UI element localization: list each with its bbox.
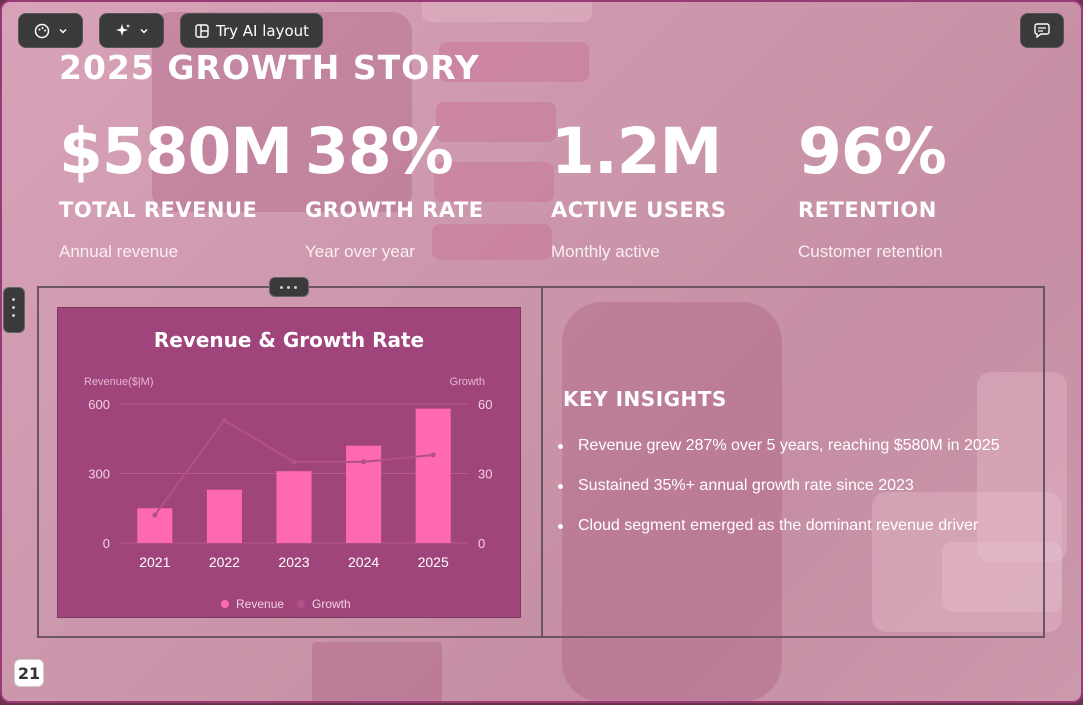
revenue-growth-chart: Revenue($|M) Growth 0 300 600 0 30 60 2021 2022 20… [84,376,492,611]
stat-description: Annual revenue [59,242,179,261]
page-number[interactable]: 21 [14,659,44,687]
y-axis-label-right: Growth [450,376,485,388]
x-tick-label: 2025 [418,554,449,570]
stat-value: $580M [59,115,293,188]
stat-growth-rate[interactable]: 38% GROWTH RATE Year over year [305,114,545,262]
stat-label: TOTAL REVENUE [59,198,258,222]
comment-button[interactable] [1020,13,1064,48]
insight-item: Revenue grew 287% over 5 years, reaching… [556,433,1000,473]
y-tick-label-right: 30 [478,467,492,482]
ai-menu-button[interactable] [99,13,164,48]
background-shape [312,642,442,701]
stat-retention[interactable]: 96% RETENTION Customer retention [798,114,1038,262]
growth-point [430,452,436,458]
growth-point [221,417,227,423]
row-drag-handle[interactable] [269,277,309,297]
y-tick-label-right: 60 [478,397,492,412]
revenue-bar [415,408,451,543]
growth-point [291,459,297,465]
stat-description: Customer retention [798,242,943,261]
chart-card[interactable]: Revenue & Growth Rate Revenue($|M) Growth… [57,307,521,618]
legend-marker-revenue [221,600,229,608]
palette-icon [34,23,50,39]
x-tick-label: 2023 [278,554,309,570]
growth-point [361,459,367,465]
stat-label: RETENTION [798,198,937,222]
insight-item: Cloud segment emerged as the dominant re… [556,513,1000,553]
growth-point [152,512,158,518]
y-tick-label-left: 0 [103,536,110,551]
background-shape [422,2,592,22]
stat-description: Year over year [305,242,415,261]
revenue-bar [276,471,312,543]
y-tick-label-left: 300 [88,467,110,482]
legend-label-revenue: Revenue [236,597,284,611]
try-ai-layout-button[interactable]: Try AI layout [180,13,323,48]
stat-active-users[interactable]: 1.2M ACTIVE USERS Monthly active [551,114,791,262]
revenue-bar [206,489,242,543]
comment-icon [1033,22,1051,39]
chevron-down-icon [58,26,68,36]
x-tick-label: 2021 [139,554,170,570]
stat-label: ACTIVE USERS [551,198,727,222]
grid-divider[interactable] [541,286,543,638]
y-tick-label-right: 0 [478,536,485,551]
insights-title[interactable]: KEY INSIGHTS [563,387,727,411]
x-tick-label: 2022 [209,554,240,570]
stat-value: 38% [305,115,454,188]
y-axis-label-left: Revenue($|M) [84,376,154,388]
stat-description: Monthly active [551,242,660,261]
sparkle-icon [115,23,131,39]
theme-button[interactable] [18,13,83,48]
x-tick-label: 2024 [348,554,379,570]
insight-item: Sustained 35%+ annual growth rate since … [556,473,1000,513]
insights-list[interactable]: Revenue grew 287% over 5 years, reaching… [556,433,1000,553]
column-drag-handle[interactable] [3,287,25,333]
legend-marker-growth [297,600,305,608]
stat-total-revenue[interactable]: $580M TOTAL REVENUE Annual revenue [59,114,299,262]
stat-value: 96% [798,115,947,188]
stat-label: GROWTH RATE [305,198,484,222]
stat-value: 1.2M [551,115,722,188]
chevron-down-icon [139,26,149,36]
legend-label-growth: Growth [312,597,351,611]
layout-icon [194,23,210,39]
try-ai-layout-label: Try AI layout [215,21,310,40]
slide-title[interactable]: 2025 GROWTH STORY [59,48,480,87]
y-tick-label-left: 600 [88,397,110,412]
